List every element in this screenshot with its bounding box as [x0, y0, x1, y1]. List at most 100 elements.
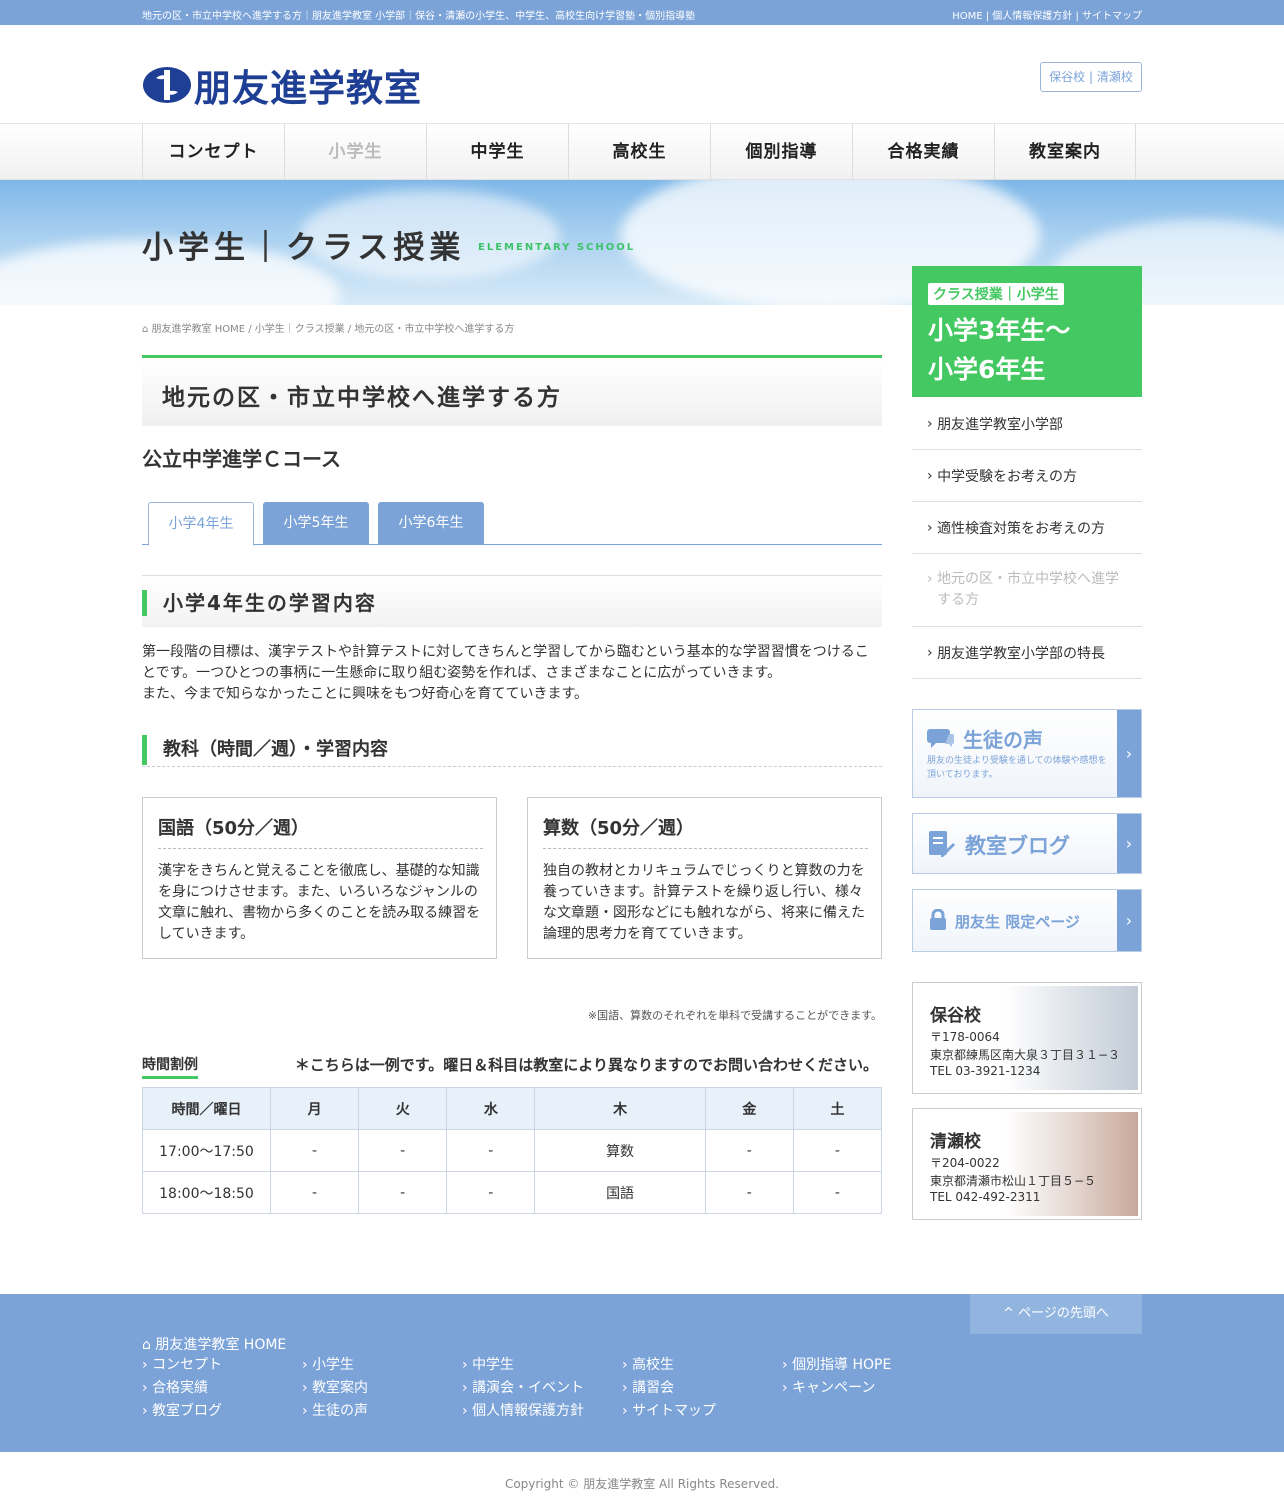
chevron-right-icon: › [927, 467, 938, 484]
nav-school-info[interactable]: 教室案内 [994, 124, 1136, 180]
chevron-up-icon: ^ [1003, 1306, 1019, 1321]
footer-home-link[interactable]: ⌂ 朋友進学教室 HOME [142, 1334, 286, 1354]
campus-card-hoya[interactable]: 保谷校 〒178-0064 東京都練馬区南大泉３丁目３１−３ TEL 03-39… [912, 982, 1142, 1094]
chevron-right-icon: › [927, 571, 938, 587]
footer-link-label: 生徒の声 [312, 1403, 369, 1419]
timetable-note: ＊こちらは一例です。曜日＆科目は教室により異なりますのでお問い合わせください。 [294, 1056, 878, 1074]
table-row: 18:00〜18:50 - - - 国語 - - [142, 1171, 883, 1214]
sidemenu-item-aptitude[interactable]: › 適性検査対策をお考えの方 [912, 502, 1142, 554]
chevron-right-icon: › [927, 415, 938, 432]
footer-link-label: 講習会 [632, 1380, 675, 1396]
footer-col-3: › 中学生 › 講演会・イベント › 個人情報保護方針 [462, 1354, 584, 1423]
footer-link[interactable]: › 講演会・イベント [462, 1377, 584, 1400]
footer-link[interactable]: › 合格実績 [142, 1377, 222, 1400]
tab-grade6[interactable]: 小学6年生 [378, 502, 484, 545]
sidemenu-item-elementary[interactable]: › 朋友進学教室小学部 [912, 398, 1142, 450]
footer-link[interactable]: › サイトマップ [622, 1400, 716, 1423]
subject-title: 国語（50分／週） [158, 814, 483, 849]
footer-link[interactable]: › 生徒の声 [302, 1400, 368, 1423]
footer-link-label: 小学生 [312, 1357, 355, 1373]
campus-tel: TEL 03-3921-1234 [930, 1064, 1041, 1078]
school-links-button[interactable]: 保谷校 | 清瀬校 [1040, 62, 1142, 92]
nav-individual[interactable]: 個別指導 [710, 124, 852, 180]
site-header: 朋友進学教室 保谷校 | 清瀬校 [0, 25, 1284, 124]
subject-description: 独自の教材とカリキュラムでじっくりと算数の力を養っていきます。計算テストを繰り返… [543, 863, 865, 942]
utility-links[interactable]: HOME | 個人情報保護方針 | サイトマップ [952, 7, 1142, 22]
footer-home-label: 朋友進学教室 HOME [155, 1337, 287, 1353]
chevron-right-icon: › [1117, 814, 1141, 873]
footer-link[interactable]: › 教室ブログ [142, 1400, 222, 1423]
campus-address: 東京都清瀬市松山１丁目５−５ [930, 1174, 1097, 1188]
home-icon: ⌂ [142, 1337, 156, 1353]
nav-results[interactable]: 合格実績 [852, 124, 994, 180]
nav-junior-high[interactable]: 中学生 [426, 124, 568, 180]
footer-link[interactable]: › 中学生 [462, 1354, 584, 1377]
footer-col-4: › 高校生 › 講習会 › サイトマップ [622, 1354, 716, 1423]
subject-description: 漢字をきちんと覚えることを徹底し、基礎的な知識を身につけさせます。また、いろいろ… [158, 863, 481, 942]
footer-link[interactable]: › キャンペーン [782, 1377, 891, 1400]
footer-link[interactable]: › 個人情報保護方針 [462, 1400, 584, 1423]
campus-card-kiyose[interactable]: 清瀬校 〒204-0022 東京都清瀬市松山１丁目５−５ TEL 042-492… [912, 1108, 1142, 1220]
nav-elementary[interactable]: 小学生 [284, 124, 426, 180]
hero-subtitle-en: ELEMENTARY SCHOOL [478, 242, 636, 253]
single-subject-note: ※国語、算数のそれぞれを単科で受講することができます。 [587, 1009, 882, 1022]
nav-high-school[interactable]: 高校生 [568, 124, 710, 180]
side-menu: › 朋友進学教室小学部 › 中学受験をお考えの方 › 適性検査対策をお考えの方 … [912, 398, 1142, 679]
course-badge: クラス授業｜小学生 [928, 283, 1064, 305]
footer-link[interactable]: › コンセプト [142, 1354, 222, 1377]
sidemenu-item-features[interactable]: › 朋友進学教室小学部の特長 [912, 627, 1142, 679]
side-course-header: クラス授業｜小学生 小学3年生〜 小学6年生 [912, 266, 1142, 397]
table-cell: - [358, 1171, 448, 1214]
table-header: 土 [792, 1087, 883, 1130]
site-logo[interactable]: 朋友進学教室 [142, 58, 422, 112]
footer-link[interactable]: › 小学生 [302, 1354, 368, 1377]
footer-col-5: › 個別指導 HOPE › キャンペーン [782, 1354, 891, 1400]
footer-col-2: › 小学生 › 教室案内 › 生徒の声 [302, 1354, 368, 1423]
blog-banner[interactable]: 教室ブログ › [912, 813, 1142, 874]
tab-grade5[interactable]: 小学5年生 [263, 502, 369, 545]
chevron-right-icon: › [927, 519, 938, 536]
table-cell: - [358, 1129, 448, 1172]
table-cell: - [704, 1171, 794, 1214]
intro-text-2: また、今まで知らなかったことに興味をもつ好奇心を育てていきます。 [142, 686, 589, 702]
table-header: 金 [704, 1087, 794, 1130]
intro-paragraph: 第一段階の目標は、漢字テストや計算テストに対してきちんと学習してから臨むという基… [142, 642, 882, 705]
breadcrumb[interactable]: ⌂ 朋友進学教室 HOME / 小学生｜クラス授業 / 地元の区・市立中学校へ進… [142, 320, 514, 335]
footer-link[interactable]: › 教室案内 [302, 1377, 368, 1400]
sidemenu-item-local[interactable]: › 地元の区・市立中学校へ進学する方 [912, 554, 1142, 627]
subject-title: 算数（50分／週） [543, 814, 868, 849]
table-cell: - [792, 1171, 883, 1214]
table-cell: 国語 [534, 1171, 706, 1214]
sidemenu-item-exam[interactable]: › 中学受験をお考えの方 [912, 450, 1142, 502]
page-heading-box: 地元の区・市立中学校へ進学する方 [142, 355, 882, 426]
footer-link-label: 合格実績 [152, 1380, 209, 1396]
tab-grade4[interactable]: 小学4年生 [148, 502, 254, 546]
footer-link-label: 講演会・イベント [472, 1380, 585, 1396]
breadcrumb-text[interactable]: 朋友進学教室 HOME / 小学生｜クラス授業 / 地元の区・市立中学校へ進学す… [152, 324, 515, 335]
page-title: 地元の区・市立中学校へ進学する方 [162, 385, 562, 411]
campus-zip: 〒178-0064 [930, 1030, 1000, 1044]
table-cell: 18:00〜18:50 [142, 1171, 271, 1214]
footer-link-label: コンセプト [152, 1357, 223, 1373]
footer-link[interactable]: › 高校生 [622, 1354, 716, 1377]
table-header: 時間／曜日 [142, 1087, 271, 1130]
blog-title: 教室ブログ [965, 834, 1070, 858]
campus-tel: TEL 042-492-2311 [930, 1190, 1041, 1204]
timetable-label: 時間割例 [142, 1054, 198, 1079]
footer-link[interactable]: › 個別指導 HOPE [782, 1354, 891, 1377]
table-cell: - [704, 1129, 794, 1172]
table-cell: 算数 [534, 1129, 706, 1172]
nav-concept[interactable]: コンセプト [142, 124, 284, 180]
student-voice-banner[interactable]: 生徒の声 朋友の生徒より受験を通しての体験や感想を頂いております。 › [912, 709, 1142, 798]
footer-col-1: › コンセプト › 合格実績 › 教室ブログ [142, 1354, 222, 1423]
footer-link-label: 個別指導 HOPE [792, 1357, 892, 1373]
back-to-top-button[interactable]: ^ ページの先頭へ [970, 1294, 1142, 1334]
subject-card-math: 算数（50分／週） 独自の教材とカリキュラムでじっくりと算数の力を養っていきます… [527, 797, 882, 959]
footer-link[interactable]: › 講習会 [622, 1377, 716, 1400]
table-header: 月 [269, 1087, 360, 1130]
table-header: 水 [446, 1087, 536, 1130]
lock-icon [930, 909, 946, 930]
sidemenu-item-label: 朋友進学教室小学部 [937, 416, 1064, 433]
subject-card-japanese: 国語（50分／週） 漢字をきちんと覚えることを徹底し、基礎的な知識を身につけさせ… [142, 797, 497, 959]
members-only-banner[interactable]: 朋友生 限定ページ › [912, 889, 1142, 952]
